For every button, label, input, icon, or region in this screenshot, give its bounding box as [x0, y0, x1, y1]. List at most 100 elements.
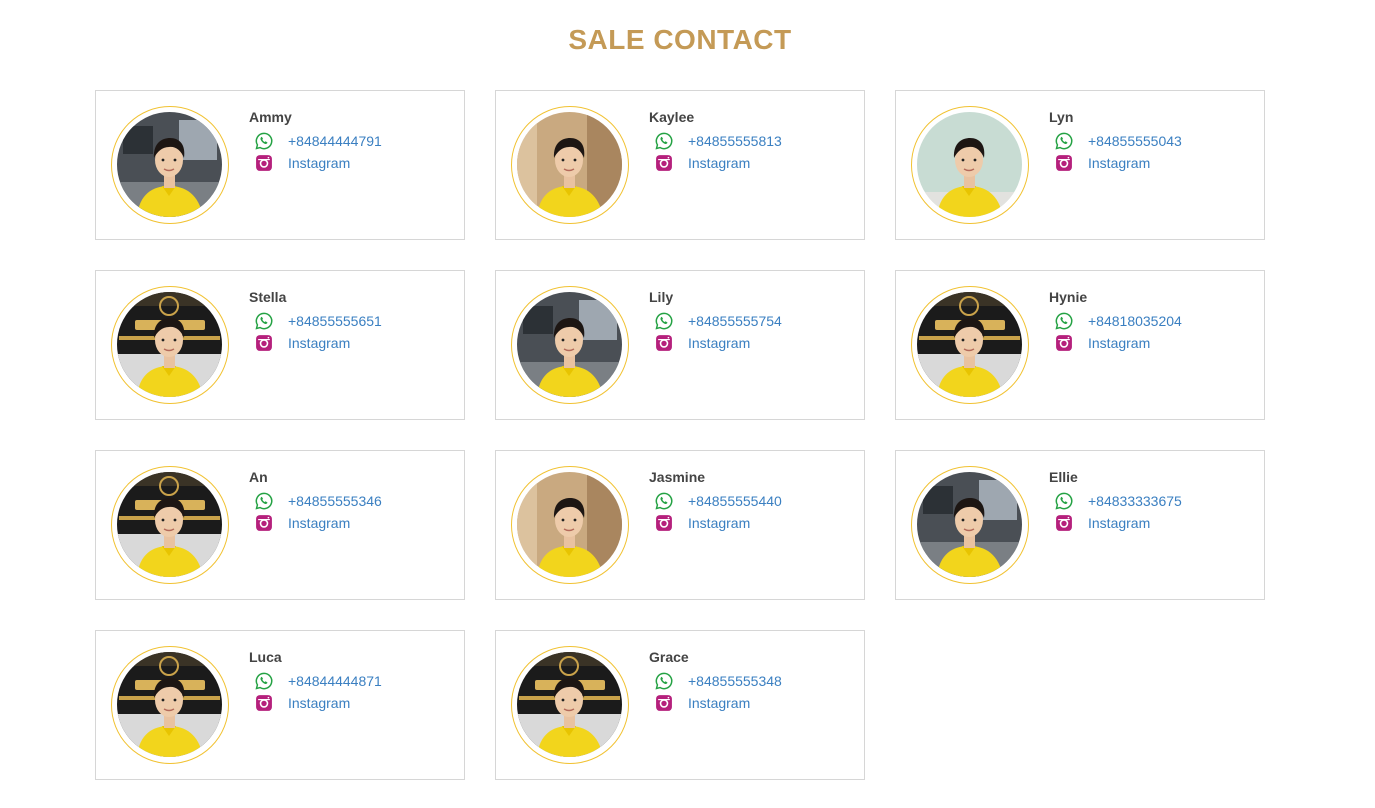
contact-card: Ellie +84833333675 Instagram	[895, 450, 1265, 600]
avatar-ring	[911, 286, 1029, 404]
contact-card: Lyn +84855555043 Instagram	[895, 90, 1265, 240]
avatar	[517, 112, 622, 217]
instagram-icon[interactable]	[254, 693, 274, 713]
contact-card: An +84855555346 Instagram	[95, 450, 465, 600]
phone-row: +84855555346	[254, 491, 382, 511]
contact-name: Ammy	[249, 109, 292, 125]
instagram-row: Instagram	[654, 693, 750, 713]
avatar	[117, 652, 222, 757]
contact-name: Ellie	[1049, 469, 1078, 485]
phone-row: +84855555348	[654, 671, 782, 691]
contact-card: Stella +84855555651 Instagram	[95, 270, 465, 420]
instagram-link[interactable]: Instagram	[688, 155, 750, 171]
instagram-icon[interactable]	[654, 153, 674, 173]
sale-contact-page: SALE CONTACT Ammy +84844444791 Instagram…	[0, 0, 1375, 808]
instagram-icon[interactable]	[254, 333, 274, 353]
instagram-row: Instagram	[254, 513, 350, 533]
whatsapp-icon[interactable]	[254, 671, 274, 691]
avatar	[917, 292, 1022, 397]
contact-card: Hynie +84818035204 Instagram	[895, 270, 1265, 420]
whatsapp-icon[interactable]	[254, 311, 274, 331]
phone-link[interactable]: +84844444791	[288, 133, 382, 149]
whatsapp-icon[interactable]	[654, 671, 674, 691]
phone-row: +84855555440	[654, 491, 782, 511]
whatsapp-icon[interactable]	[254, 491, 274, 511]
avatar-ring	[511, 106, 629, 224]
avatar	[117, 472, 222, 577]
phone-link[interactable]: +84833333675	[1088, 493, 1182, 509]
instagram-row: Instagram	[1054, 153, 1150, 173]
phone-link[interactable]: +84844444871	[288, 673, 382, 689]
avatar-ring	[111, 286, 229, 404]
contact-card: Lily +84855555754 Instagram	[495, 270, 865, 420]
whatsapp-icon[interactable]	[654, 491, 674, 511]
whatsapp-icon[interactable]	[254, 131, 274, 151]
phone-link[interactable]: +84855555348	[688, 673, 782, 689]
contact-name: Lyn	[1049, 109, 1074, 125]
phone-link[interactable]: +84855555651	[288, 313, 382, 329]
instagram-icon[interactable]	[654, 513, 674, 533]
instagram-link[interactable]: Instagram	[1088, 515, 1150, 531]
phone-row: +84855555651	[254, 311, 382, 331]
phone-row: +84855555754	[654, 311, 782, 331]
phone-row: +84855555813	[654, 131, 782, 151]
phone-link[interactable]: +84855555346	[288, 493, 382, 509]
whatsapp-icon[interactable]	[654, 311, 674, 331]
avatar	[517, 292, 622, 397]
avatar-ring	[911, 106, 1029, 224]
instagram-link[interactable]: Instagram	[288, 335, 350, 351]
instagram-link[interactable]: Instagram	[288, 515, 350, 531]
contact-name: Lily	[649, 289, 674, 305]
phone-row: +84844444871	[254, 671, 382, 691]
instagram-icon[interactable]	[1054, 333, 1074, 353]
contact-name: An	[249, 469, 268, 485]
avatar-ring	[511, 286, 629, 404]
phone-link[interactable]: +84855555813	[688, 133, 782, 149]
instagram-row: Instagram	[654, 153, 750, 173]
instagram-icon[interactable]	[254, 153, 274, 173]
instagram-icon[interactable]	[654, 333, 674, 353]
instagram-link[interactable]: Instagram	[288, 155, 350, 171]
instagram-row: Instagram	[254, 153, 350, 173]
instagram-icon[interactable]	[654, 693, 674, 713]
phone-row: +84855555043	[1054, 131, 1182, 151]
avatar	[517, 652, 622, 757]
instagram-link[interactable]: Instagram	[688, 515, 750, 531]
instagram-link[interactable]: Instagram	[1088, 155, 1150, 171]
instagram-row: Instagram	[654, 513, 750, 533]
contact-card: Kaylee +84855555813 Instagram	[495, 90, 865, 240]
instagram-icon[interactable]	[254, 513, 274, 533]
avatar-ring	[511, 466, 629, 584]
whatsapp-icon[interactable]	[654, 131, 674, 151]
phone-link[interactable]: +84818035204	[1088, 313, 1182, 329]
avatar	[917, 112, 1022, 217]
avatar	[117, 292, 222, 397]
instagram-icon[interactable]	[1054, 513, 1074, 533]
instagram-row: Instagram	[1054, 513, 1150, 533]
avatar	[517, 472, 622, 577]
contact-name: Kaylee	[649, 109, 695, 125]
contact-card: Grace +84855555348 Instagram	[495, 630, 865, 780]
whatsapp-icon[interactable]	[1054, 311, 1074, 331]
avatar	[917, 472, 1022, 577]
phone-row: +84833333675	[1054, 491, 1182, 511]
phone-link[interactable]: +84855555440	[688, 493, 782, 509]
contact-card: Luca +84844444871 Instagram	[95, 630, 465, 780]
avatar-ring	[511, 646, 629, 764]
whatsapp-icon[interactable]	[1054, 131, 1074, 151]
instagram-link[interactable]: Instagram	[688, 695, 750, 711]
phone-row: +84818035204	[1054, 311, 1182, 331]
instagram-link[interactable]: Instagram	[1088, 335, 1150, 351]
instagram-row: Instagram	[254, 333, 350, 353]
instagram-link[interactable]: Instagram	[688, 335, 750, 351]
phone-link[interactable]: +84855555754	[688, 313, 782, 329]
instagram-row: Instagram	[654, 333, 750, 353]
contact-card: Ammy +84844444791 Instagram	[95, 90, 465, 240]
instagram-link[interactable]: Instagram	[288, 695, 350, 711]
contact-card: Jasmine +84855555440 Instagram	[495, 450, 865, 600]
phone-link[interactable]: +84855555043	[1088, 133, 1182, 149]
contact-name: Stella	[249, 289, 287, 305]
page-title: SALE CONTACT	[568, 24, 792, 55]
instagram-icon[interactable]	[1054, 153, 1074, 173]
whatsapp-icon[interactable]	[1054, 491, 1074, 511]
